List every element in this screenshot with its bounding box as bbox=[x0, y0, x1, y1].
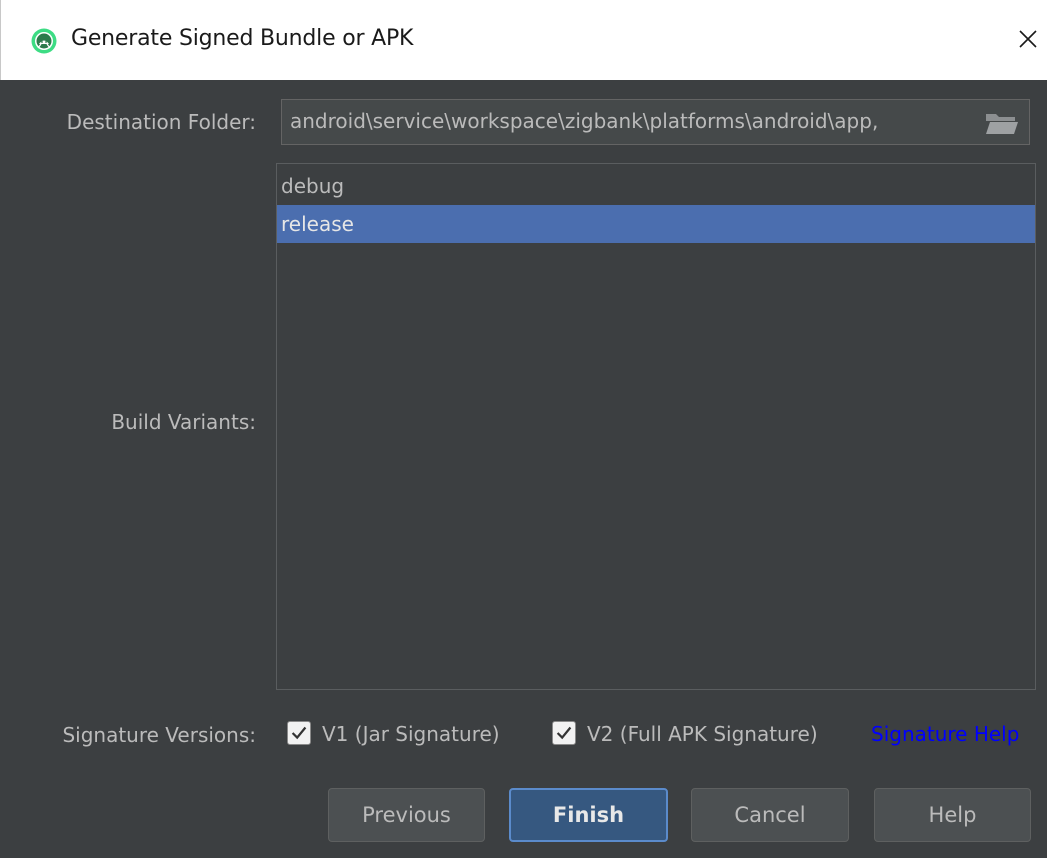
signature-versions-label: Signature Versions: bbox=[62, 723, 256, 747]
close-icon[interactable] bbox=[1011, 22, 1045, 56]
previous-button[interactable]: Previous bbox=[328, 788, 485, 842]
destination-folder-value: ,android\service\workspace\zigbank\platf… bbox=[290, 109, 879, 133]
cancel-button[interactable]: Cancel bbox=[691, 788, 849, 842]
android-studio-icon bbox=[31, 28, 57, 54]
v1-checkbox-label[interactable]: V1 (Jar Signature) bbox=[322, 722, 500, 746]
destination-folder-label: Destination Folder: bbox=[66, 110, 256, 134]
signature-help-link[interactable]: Signature Help bbox=[871, 722, 1019, 746]
generate-signed-bundle-dialog: Generate Signed Bundle or APK Destinatio… bbox=[0, 0, 1047, 858]
v2-checkbox[interactable] bbox=[552, 721, 576, 745]
help-button[interactable]: Help bbox=[874, 788, 1031, 842]
title-bar: Generate Signed Bundle or APK bbox=[0, 0, 1047, 80]
folder-icon[interactable] bbox=[985, 111, 1019, 135]
build-variants-list[interactable]: debug release bbox=[276, 163, 1036, 690]
v2-checkbox-label[interactable]: V2 (Full APK Signature) bbox=[587, 722, 818, 746]
checkmark-icon bbox=[556, 726, 572, 740]
destination-folder-field[interactable]: ,android\service\workspace\zigbank\platf… bbox=[281, 99, 1030, 145]
list-item-debug[interactable]: debug bbox=[277, 167, 1035, 205]
checkmark-icon bbox=[291, 726, 307, 740]
build-variants-label: Build Variants: bbox=[111, 410, 256, 434]
finish-button[interactable]: Finish bbox=[509, 788, 668, 842]
v1-checkbox[interactable] bbox=[287, 721, 311, 745]
list-item-release[interactable]: release bbox=[277, 205, 1035, 243]
dialog-title: Generate Signed Bundle or APK bbox=[71, 26, 414, 51]
